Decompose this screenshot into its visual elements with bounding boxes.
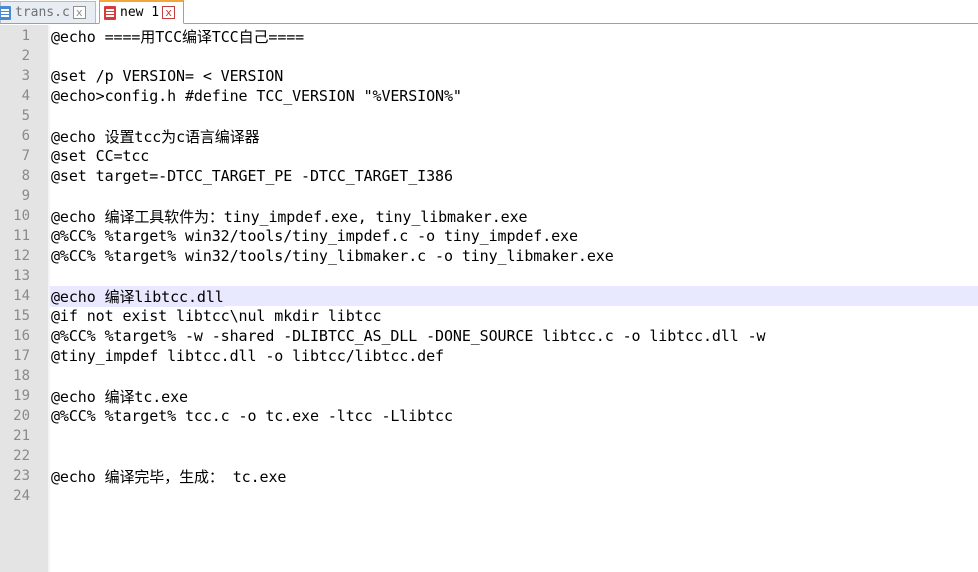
line-text[interactable]: @if not exist libtcc\nul mkdir libtcc bbox=[51, 307, 382, 325]
line-number: 17 bbox=[13, 348, 30, 364]
line-text[interactable]: @set target=-DTCC_TARGET_PE -DTCC_TARGET… bbox=[51, 167, 453, 185]
editor-line[interactable]: 19 @echo 编译tc.exe bbox=[0, 386, 978, 406]
editor-line[interactable]: 13 bbox=[0, 266, 978, 286]
line-number: 24 bbox=[13, 488, 30, 504]
line-number: 21 bbox=[13, 428, 30, 444]
tab-label: trans.c bbox=[15, 5, 70, 20]
line-number: 23 bbox=[13, 468, 30, 484]
editor-line[interactable]: 7 @set CC=tcc bbox=[0, 146, 978, 166]
tab-trans-c[interactable]: trans.c x bbox=[0, 1, 96, 23]
close-icon[interactable]: x bbox=[72, 6, 86, 19]
line-number: 19 bbox=[13, 388, 30, 404]
line-number: 2 bbox=[21, 48, 30, 64]
editor-line[interactable]: 5 bbox=[0, 106, 978, 126]
line-number: 7 bbox=[21, 148, 30, 164]
document-icon bbox=[0, 5, 11, 20]
editor-line[interactable]: 8 @set target=-DTCC_TARGET_PE -DTCC_TARGE… bbox=[0, 166, 978, 186]
editor-line[interactable]: 10 @echo 编译工具软件为：tiny_impdef.exe, tiny_li… bbox=[0, 206, 978, 226]
line-number: 1 bbox=[21, 28, 30, 44]
line-text[interactable]: @tiny_impdef libtcc.dll -o libtcc/libtcc… bbox=[51, 347, 444, 365]
editor-line[interactable]: 16 @%CC% %target% -w -shared -DLIBTCC_AS_… bbox=[0, 326, 978, 346]
editor-line[interactable]: 22 bbox=[0, 446, 978, 466]
line-number: 11 bbox=[13, 228, 30, 244]
line-number: 4 bbox=[21, 88, 30, 104]
editor-line[interactable]: 2 bbox=[0, 46, 978, 66]
editor-line[interactable]: 12 @%CC% %target% win32/tools/tiny_libmak… bbox=[0, 246, 978, 266]
line-number: 9 bbox=[21, 188, 30, 204]
line-number: 6 bbox=[21, 128, 30, 144]
line-text[interactable]: @echo>config.h #define TCC_VERSION "%VER… bbox=[51, 87, 462, 105]
line-number: 18 bbox=[13, 368, 30, 384]
editor-line[interactable]: 23 @echo 编译完毕，生成： tc.exe bbox=[0, 466, 978, 486]
line-number: 22 bbox=[13, 448, 30, 464]
line-number: 13 bbox=[13, 268, 30, 284]
line-number: 3 bbox=[21, 68, 30, 84]
line-text[interactable]: @echo 编译tc.exe bbox=[51, 386, 188, 407]
line-text[interactable]: @echo 编译工具软件为：tiny_impdef.exe, tiny_libm… bbox=[51, 206, 528, 227]
line-number: 15 bbox=[13, 308, 30, 324]
editor-line[interactable]: 1 @echo ====用TCC编译TCC自己==== bbox=[0, 26, 978, 46]
text-editor[interactable]: 1 @echo ====用TCC编译TCC自己==== 2 3 @set /p VERS… bbox=[0, 26, 978, 506]
line-number: 8 bbox=[21, 168, 30, 184]
tab-bar: trans.c x new 1 x bbox=[0, 0, 978, 24]
line-text[interactable]: @%CC% %target% tcc.c -o tc.exe -ltcc -Ll… bbox=[51, 407, 453, 425]
editor-line[interactable]: 3 @set /p VERSION= < VERSION bbox=[0, 66, 978, 86]
editor-line[interactable]: 17 @tiny_impdef libtcc.dll -o libtcc/libt… bbox=[0, 346, 978, 366]
line-text[interactable]: @%CC% %target% -w -shared -DLIBTCC_AS_DL… bbox=[51, 327, 766, 345]
line-text[interactable]: @echo 设置tcc为c语言编译器 bbox=[51, 126, 260, 147]
line-text[interactable]: @%CC% %target% win32/tools/tiny_impdef.c… bbox=[51, 227, 578, 245]
line-text[interactable]: @%CC% %target% win32/tools/tiny_libmaker… bbox=[51, 247, 614, 265]
editor-line[interactable]: 18 bbox=[0, 366, 978, 386]
editor-line[interactable]: 15 @if not exist libtcc\nul mkdir libtcc bbox=[0, 306, 978, 326]
editor-line[interactable]: 9 bbox=[0, 186, 978, 206]
editor-line[interactable]: 11 @%CC% %target% win32/tools/tiny_impdef… bbox=[0, 226, 978, 246]
line-text[interactable]: @echo 编译完毕，生成： tc.exe bbox=[51, 466, 286, 487]
line-number: 20 bbox=[13, 408, 30, 424]
tab-label: new 1 bbox=[120, 5, 160, 20]
unsaved-document-icon bbox=[104, 5, 116, 20]
line-number: 16 bbox=[13, 328, 30, 344]
line-number: 12 bbox=[13, 248, 30, 264]
editor-line[interactable]: 14 @echo 编译libtcc.dll bbox=[0, 285, 978, 307]
line-text[interactable]: @echo 编译libtcc.dll bbox=[51, 285, 224, 307]
editor-line[interactable]: 24 bbox=[0, 486, 978, 506]
line-text[interactable]: @set CC=tcc bbox=[51, 147, 149, 165]
line-number: 14 bbox=[13, 288, 30, 304]
line-number: 5 bbox=[21, 108, 30, 124]
editor-line[interactable]: 21 bbox=[0, 426, 978, 446]
line-number: 10 bbox=[13, 208, 30, 224]
line-text[interactable]: @set /p VERSION= < VERSION bbox=[51, 67, 283, 85]
editor-line[interactable]: 4 @echo>config.h #define TCC_VERSION "%VE… bbox=[0, 86, 978, 106]
close-icon[interactable]: x bbox=[162, 6, 176, 19]
editor-line[interactable]: 20 @%CC% %target% tcc.c -o tc.exe -ltcc -… bbox=[0, 406, 978, 426]
tab-new-1[interactable]: new 1 x bbox=[99, 0, 184, 24]
line-text[interactable]: @echo ====用TCC编译TCC自己==== bbox=[51, 26, 304, 47]
editor-line[interactable]: 6 @echo 设置tcc为c语言编译器 bbox=[0, 126, 978, 146]
